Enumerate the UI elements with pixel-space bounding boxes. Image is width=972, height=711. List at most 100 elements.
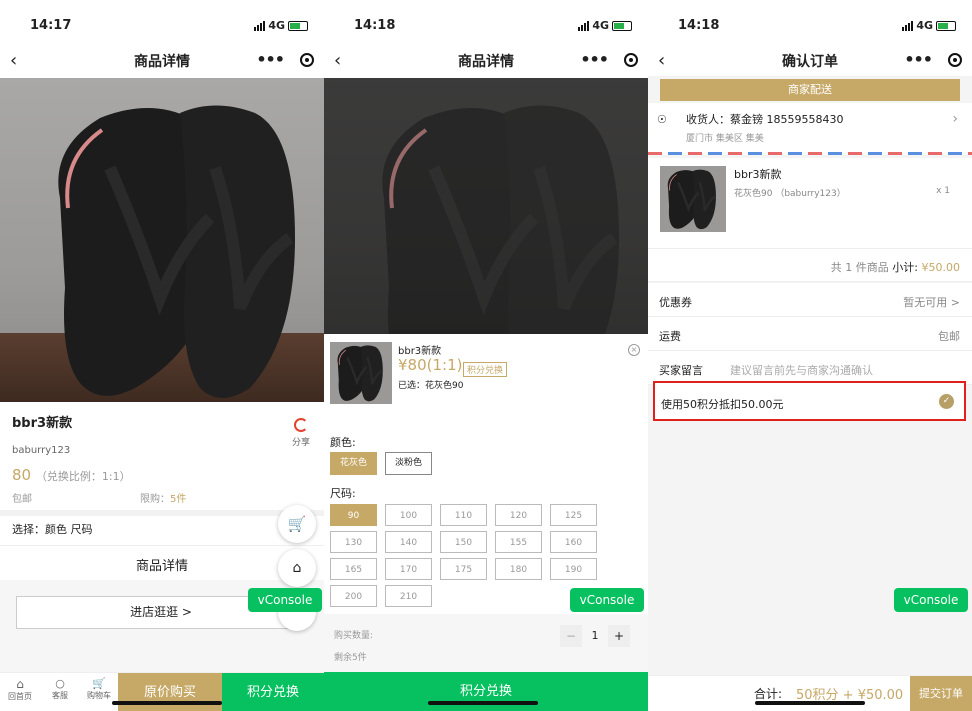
signal-indicator: 4G <box>254 19 308 32</box>
signal-indicator: 4G <box>578 19 632 32</box>
note-row: 买家留言 建议留言前先与商家沟通确认 <box>648 351 972 385</box>
size-option[interactable]: 210 <box>385 585 432 607</box>
size-option[interactable]: 175 <box>440 558 487 580</box>
submit-order-button[interactable]: 提交订单 <box>910 676 972 711</box>
spec-selector[interactable]: 选择：颜色 尺码 <box>12 521 93 537</box>
network-type: 4G <box>268 19 285 32</box>
status-bar: 14:18 4G <box>324 0 648 44</box>
selected-spec: 已选：花灰色90 <box>398 381 464 391</box>
vconsole-button[interactable]: vConsole <box>248 588 322 612</box>
status-time: 14:18 <box>678 18 720 33</box>
tab-service[interactable]: ○ 客服 <box>40 677 80 701</box>
close-target-icon[interactable] <box>948 52 962 67</box>
status-bar: 14:17 4G <box>0 0 324 44</box>
home-indicator <box>112 701 222 705</box>
receiver-address: 厦门市 集美区 集美 <box>686 134 764 144</box>
buy-original-button[interactable]: 原价购买 <box>118 673 222 711</box>
coupon-value: 暂无可用 > <box>903 296 960 309</box>
points-tag: 积分兑换 <box>463 362 508 377</box>
redeem-points-button[interactable]: 积分兑换 <box>222 673 324 711</box>
qty-value[interactable]: 1 <box>582 625 608 647</box>
size-option[interactable]: 120 <box>495 504 542 526</box>
note-input[interactable]: 建议留言前先与商家沟通确认 <box>730 362 873 378</box>
points-deduction-row[interactable]: 使用50积分抵扣50.00元 ✓ <box>653 381 966 421</box>
size-option[interactable]: 190 <box>550 558 597 580</box>
size-option[interactable]: 110 <box>440 504 487 526</box>
size-option[interactable]: 180 <box>495 558 542 580</box>
size-option[interactable]: 170 <box>385 558 432 580</box>
size-option[interactable]: 150 <box>440 531 487 553</box>
share-icon <box>293 418 308 432</box>
status-time: 14:18 <box>354 18 396 33</box>
tab-home[interactable]: ⌂ 回首页 <box>0 677 40 702</box>
tab-cart-label: 购物车 <box>87 691 111 700</box>
nav-bar: ‹ 商品详情 ••• <box>324 44 648 76</box>
vconsole-button[interactable]: vConsole <box>894 588 968 612</box>
size-label: 尺码: <box>330 487 356 500</box>
signal-indicator: 4G <box>902 19 956 32</box>
redeem-submit-button[interactable]: 积分兑换 <box>324 672 648 711</box>
size-option[interactable]: 155 <box>495 531 542 553</box>
quantity-label: 购买数量: <box>334 631 374 641</box>
home-tab-icon: ⌂ <box>16 677 24 691</box>
delivery-mode-button[interactable]: 商家配送 <box>660 79 960 101</box>
color-option-selected[interactable]: 花灰色 <box>330 452 377 475</box>
cart-icon: 🛒 <box>287 515 307 533</box>
network-type: 4G <box>916 19 933 32</box>
size-option[interactable]: 200 <box>330 585 377 607</box>
subtotal-label: 小计: <box>892 261 918 274</box>
product-image[interactable] <box>0 78 324 402</box>
size-option-selected[interactable]: 90 <box>330 504 377 526</box>
price-line: 80 （兑换比例：1:1） <box>12 466 131 484</box>
size-option[interactable]: 160 <box>550 531 597 553</box>
size-option[interactable]: 125 <box>550 504 597 526</box>
spec-picker-screen: 14:18 4G ‹ 商品详情 ••• bbr3新款 ¥80(1:1) 积分兑换… <box>324 0 648 711</box>
more-icon[interactable]: ••• <box>256 50 285 69</box>
checkout-bar: 合计: 50积分 + ¥50.00 提交订单 <box>648 675 972 711</box>
sandal-illustration <box>364 88 648 334</box>
limit-value: 5件 <box>170 494 187 505</box>
subtotal-row: 共 1 件商品 小计: ¥50.00 <box>648 248 972 282</box>
freight-label: 运费 <box>659 330 681 343</box>
close-target-icon[interactable] <box>300 52 314 67</box>
location-pin-icon: ☉ <box>657 113 667 126</box>
cart-float-button[interactable]: 🛒 <box>278 505 316 543</box>
confirm-order-screen: 14:18 4G ‹ 确认订单 ••• 商家配送 ☉ 收货人：蔡金镑 18559… <box>648 0 972 711</box>
item-thumbnail <box>660 166 726 232</box>
close-target-icon[interactable] <box>624 52 638 67</box>
tab-cart[interactable]: 🛒 购物车 <box>80 677 118 701</box>
receiver-info: 收货人：蔡金镑 18559558430 <box>686 113 844 126</box>
vconsole-button[interactable]: vConsole <box>570 588 644 612</box>
cart-tab-icon: 🛒 <box>92 677 106 690</box>
address-card[interactable]: ☉ 收货人：蔡金镑 18559558430 厦门市 集美区 集美 › <box>648 103 972 153</box>
qty-minus-button[interactable]: − <box>560 625 582 647</box>
size-option[interactable]: 140 <box>385 531 432 553</box>
item-spec: 花灰色90 （baburry123） <box>734 189 846 199</box>
share-button[interactable]: 分享 <box>292 418 310 448</box>
envelope-divider <box>648 152 972 155</box>
battery-icon <box>612 20 632 31</box>
mini-program-capsule: ••• <box>580 50 638 69</box>
nav-bar: ‹ 商品详情 ••• <box>0 44 324 76</box>
sheet-price: ¥80(1:1) <box>398 356 463 374</box>
note-label: 买家留言 <box>659 364 703 377</box>
qty-plus-button[interactable]: + <box>608 625 630 647</box>
status-bar: 14:18 4G <box>648 0 972 44</box>
home-float-button[interactable]: ⌂ <box>278 549 316 587</box>
details-heading: 商品详情 <box>135 559 188 574</box>
home-indicator <box>428 701 538 705</box>
color-option[interactable]: 淡粉色 <box>385 452 432 475</box>
check-icon[interactable]: ✓ <box>939 394 954 409</box>
network-type: 4G <box>592 19 609 32</box>
order-item: bbr3新款 花灰色90 （baburry123） x 1 <box>648 158 972 248</box>
close-sheet-icon[interactable]: × <box>628 344 640 356</box>
mini-program-capsule: ••• <box>256 50 314 69</box>
size-option[interactable]: 130 <box>330 531 377 553</box>
more-icon[interactable]: ••• <box>580 50 609 69</box>
spec-sheet: bbr3新款 ¥80(1:1) 积分兑换 已选：花灰色90 × 颜色: 花灰色 … <box>324 334 648 672</box>
size-option[interactable]: 165 <box>330 558 377 580</box>
nav-bar: ‹ 确认订单 ••• <box>648 44 972 76</box>
more-icon[interactable]: ••• <box>904 50 933 69</box>
size-option[interactable]: 100 <box>385 504 432 526</box>
coupon-row[interactable]: 优惠券 暂无可用 > <box>648 283 972 317</box>
